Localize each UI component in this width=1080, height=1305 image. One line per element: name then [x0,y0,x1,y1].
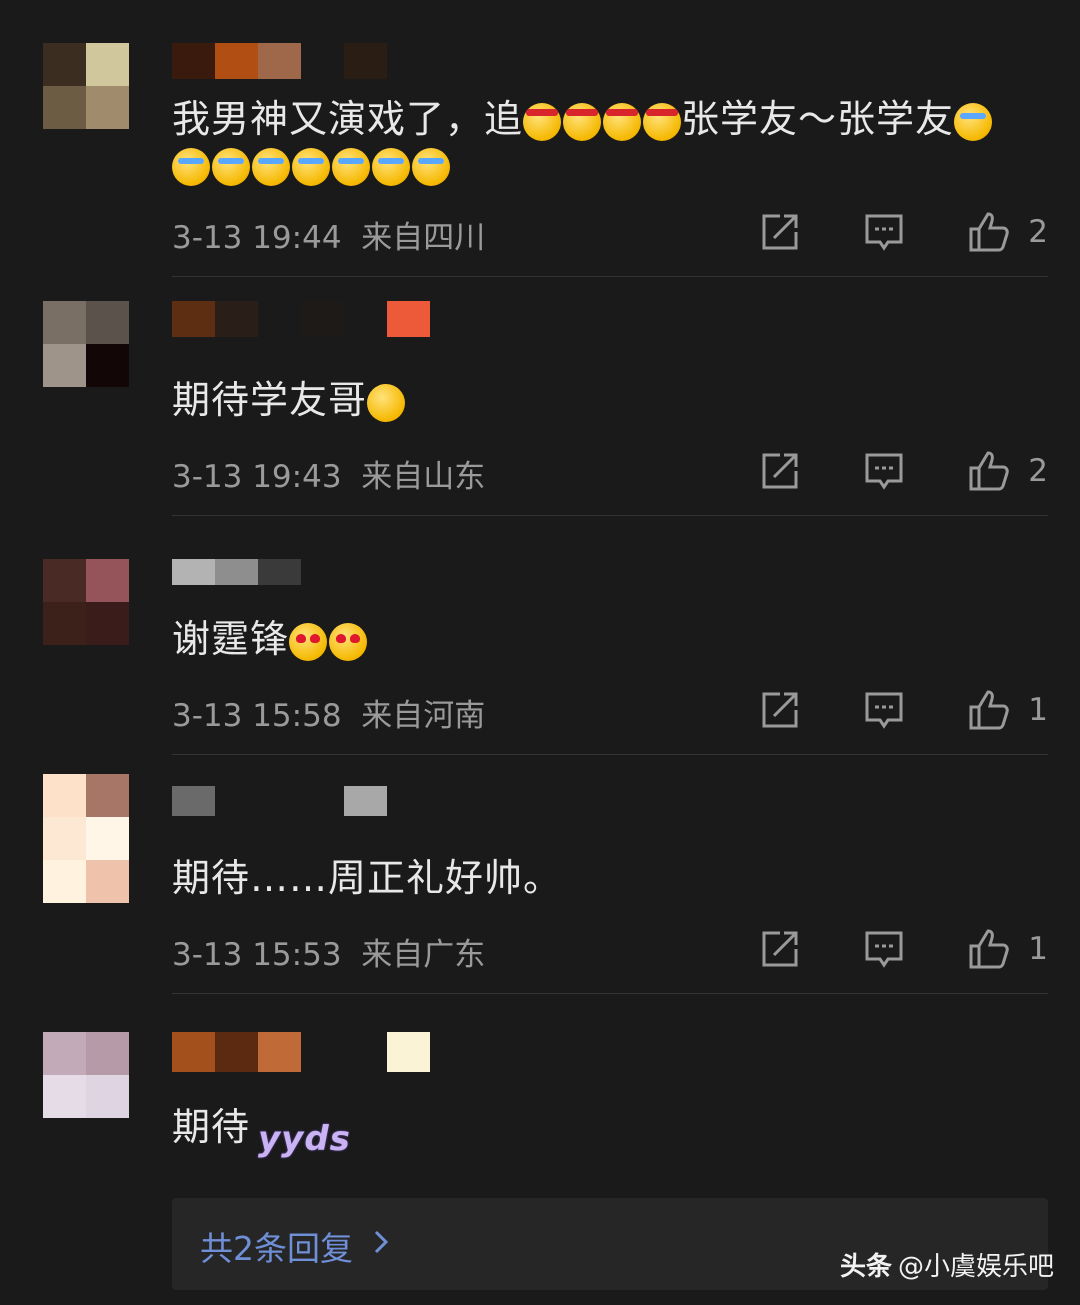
like-icon [969,212,1010,252]
watermark: 头条 @小虞娱乐吧 [840,1246,1054,1283]
share-icon[interactable] [760,690,800,730]
like-button[interactable]: 1 [968,928,1048,970]
like-button[interactable]: 1 [968,689,1048,731]
emoji-line [172,142,450,186]
username-blurred[interactable] [172,43,387,79]
replies-label: 共2条回复 [200,1229,353,1268]
divider [172,754,1048,755]
username-blurred[interactable] [172,786,387,816]
divider [172,276,1048,277]
like-icon [969,929,1010,969]
divider [172,993,1048,994]
emoji-heart-eyes [329,622,368,661]
comment-icon[interactable] [864,929,904,969]
comment-icon[interactable] [864,212,904,252]
emoji-crying [954,102,993,141]
comment-icon[interactable] [864,451,904,491]
comment-text: 期待 yyds [172,1105,351,1159]
comment-text: 期待学友哥 [172,369,406,424]
watermark-handle: @小虞娱乐吧 [897,1252,1054,1282]
comment-meta: 3-13 19:44 来自四川 [172,220,486,256]
comment-meta: 3-13 19:43 来自山东 [172,459,486,495]
avatar[interactable] [43,301,129,387]
avatar[interactable] [43,559,129,645]
avatar[interactable] [43,43,129,129]
like-button[interactable]: 2 [968,450,1048,492]
comment-text: 期待……周正礼好帅。 [172,856,563,900]
comment-meta: 3-13 15:53 来自广东 [172,937,486,973]
comment-text: 我男神又演戏了，追 张学友～张学友 [172,88,993,143]
comment-meta: 3-13 15:58 来自河南 [172,698,486,734]
emoji-flower [367,383,406,422]
like-button[interactable]: 2 [968,211,1048,253]
username-blurred[interactable] [172,559,301,585]
comment-actions: 1 [760,689,1048,731]
like-icon [969,690,1010,730]
like-icon [969,451,1010,491]
comment-actions: 2 [760,211,1048,253]
chevron-right-icon [374,1230,389,1254]
comment-text: 谢霆锋 [172,608,368,663]
comment-icon[interactable] [864,690,904,730]
yyds-sticker: yyds [258,1119,351,1159]
username-blurred[interactable] [172,1032,430,1072]
divider [172,515,1048,516]
username-blurred[interactable] [172,301,430,337]
avatar[interactable] [43,774,129,903]
watermark-brand: 头条 [839,1252,892,1282]
comment-actions: 2 [760,450,1048,492]
emoji-heart-eyes [289,622,328,661]
comment-actions: 1 [760,928,1048,970]
avatar[interactable] [43,1032,129,1118]
share-icon[interactable] [760,451,800,491]
share-icon[interactable] [760,929,800,969]
share-icon[interactable] [760,212,800,252]
emoji-group [523,102,682,141]
